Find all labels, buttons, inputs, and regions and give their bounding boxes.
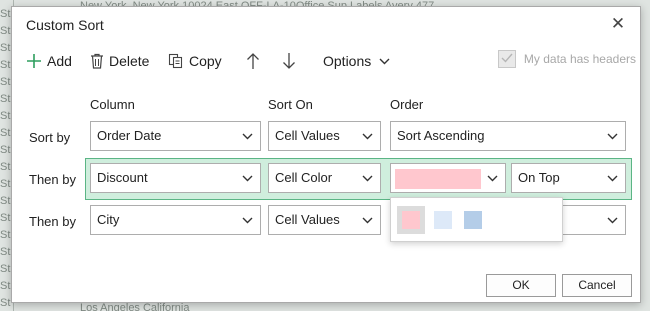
- background-bottom-row: Los Angeles California: [80, 302, 190, 311]
- chevron-down-icon: [362, 206, 373, 234]
- add-level-button[interactable]: Add: [26, 49, 72, 73]
- cancel-button[interactable]: Cancel: [562, 274, 632, 297]
- row1-order-select[interactable]: Sort Ascending: [390, 121, 626, 151]
- then-by-label: Then by: [29, 172, 76, 187]
- delete-label: Delete: [109, 53, 150, 69]
- delete-level-button[interactable]: Delete: [90, 49, 149, 73]
- row3-column-select[interactable]: City: [90, 205, 261, 235]
- chevron-down-icon: [487, 164, 498, 192]
- order-header: Order: [390, 97, 424, 112]
- move-down-button[interactable]: [282, 49, 296, 73]
- chevron-down-icon: [607, 206, 618, 234]
- chevron-down-icon: [607, 164, 618, 192]
- column-header: Column: [90, 97, 135, 112]
- then-by-label: Then by: [29, 214, 76, 229]
- row3-sort-on-value: Cell Values: [275, 212, 340, 227]
- toolbar: Add Delete Copy Options My data has head…: [26, 49, 636, 73]
- copy-label: Copy: [189, 53, 222, 69]
- chevron-down-icon: [242, 206, 253, 234]
- row1-sort-on-value: Cell Values: [275, 128, 340, 143]
- chevron-down-icon: [379, 58, 390, 65]
- row2-column-value: Discount: [97, 170, 148, 185]
- options-button[interactable]: Options: [323, 49, 390, 73]
- row2-position-value: On Top: [518, 170, 560, 185]
- blue-swatch: [464, 211, 482, 229]
- color-option-blue[interactable]: [459, 206, 487, 234]
- options-label: Options: [323, 53, 372, 69]
- sort-by-label: Sort by: [29, 130, 71, 145]
- row2-column-select[interactable]: Discount: [90, 163, 261, 193]
- row1-sort-on-select[interactable]: Cell Values: [268, 121, 381, 151]
- color-option-pink[interactable]: [397, 206, 425, 234]
- row2-position-select[interactable]: On Top: [511, 163, 626, 193]
- chevron-down-icon: [607, 122, 618, 150]
- move-up-button[interactable]: [246, 49, 260, 73]
- row1-column-select[interactable]: Order Date: [90, 121, 261, 151]
- row2-sort-on-select[interactable]: Cell Color: [268, 163, 381, 193]
- custom-sort-dialog: Custom Sort ✕ Add Delete Copy Options My…: [11, 6, 641, 303]
- checkbox-box: [497, 50, 516, 68]
- color-option-light-blue[interactable]: [429, 206, 457, 234]
- sort-on-header: Sort On: [268, 97, 313, 112]
- plus-icon: [26, 53, 42, 69]
- selected-color-swatch: [395, 169, 481, 189]
- chevron-down-icon: [362, 164, 373, 192]
- my-data-has-headers-checkbox[interactable]: My data has headers: [497, 50, 636, 68]
- dialog-title: Custom Sort: [26, 17, 104, 33]
- row3-column-value: City: [97, 212, 120, 227]
- headers-label: My data has headers: [523, 52, 636, 66]
- pink-swatch: [402, 211, 420, 229]
- ok-button[interactable]: OK: [486, 274, 556, 297]
- color-picker-popup: [390, 197, 563, 242]
- chevron-down-icon: [242, 164, 253, 192]
- close-icon[interactable]: ✕: [608, 14, 628, 34]
- row2-order-color-select[interactable]: [390, 163, 506, 193]
- arrow-down-icon: [282, 52, 296, 70]
- row3-sort-on-select[interactable]: Cell Values: [268, 205, 381, 235]
- row1-column-value: Order Date: [97, 128, 162, 143]
- copy-level-button[interactable]: Copy: [168, 49, 222, 73]
- chevron-down-icon: [362, 122, 373, 150]
- row2-sort-on-value: Cell Color: [275, 170, 333, 185]
- chevron-down-icon: [242, 122, 253, 150]
- row1-order-value: Sort Ascending: [397, 128, 485, 143]
- checkmark-icon: [501, 52, 513, 66]
- arrow-up-icon: [246, 52, 260, 70]
- copy-icon: [168, 53, 184, 69]
- light-blue-swatch: [434, 211, 452, 229]
- add-label: Add: [47, 53, 72, 69]
- trash-icon: [90, 53, 104, 69]
